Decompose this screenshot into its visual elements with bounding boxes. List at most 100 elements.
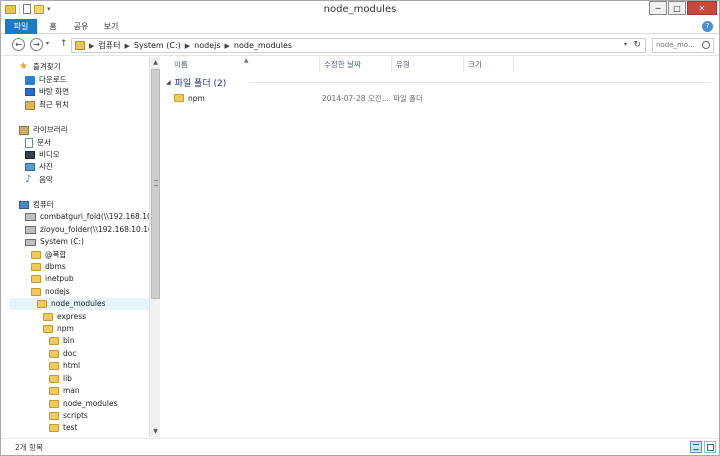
nav-folder-express[interactable]: express xyxy=(43,311,86,323)
chevron-right-icon[interactable]: ▶ xyxy=(225,42,230,50)
scroll-grip xyxy=(154,180,158,186)
nav-network-drive-combatguri[interactable]: combatguri_fold(\\192.168.10.10 xyxy=(25,211,149,223)
chevron-right-icon[interactable]: ▶ xyxy=(185,42,190,50)
nav-label: 최근 위치 xyxy=(39,100,69,109)
close-button[interactable]: ✕ xyxy=(687,1,717,15)
title-bar: ▾ node_modules ─ □ ✕ xyxy=(1,1,719,19)
nav-downloads[interactable]: 다운로드 xyxy=(25,74,67,86)
nav-folder-html[interactable]: html xyxy=(49,360,80,372)
search-placeholder: node_mo... xyxy=(656,41,695,49)
nav-folder-doc[interactable]: doc xyxy=(49,348,76,360)
nav-label: combatguri_fold(\\192.168.10.10 xyxy=(40,212,149,221)
nav-recent-places[interactable]: 최근 위치 xyxy=(25,99,69,111)
nav-pictures[interactable]: 사진 xyxy=(25,161,53,173)
breadcrumb-nodejs[interactable]: nodejs xyxy=(194,41,220,50)
scroll-thumb[interactable] xyxy=(151,69,160,299)
nav-desktop[interactable]: 바탕 화면 xyxy=(25,86,69,98)
group-header-file-folders[interactable]: ◢ 파일 폴더 (2) xyxy=(166,76,227,89)
help-icon[interactable]: ? xyxy=(702,21,713,32)
music-icon: ♪ xyxy=(25,174,32,185)
nav-label: 음악 xyxy=(39,175,53,184)
nav-label: node_modules xyxy=(51,299,106,308)
column-header-date-modified[interactable]: 수정한 날짜 xyxy=(320,57,392,72)
breadcrumb-computer[interactable]: 컴퓨터 xyxy=(98,40,120,51)
tab-share[interactable]: 공유 xyxy=(69,19,93,34)
column-header-size[interactable]: 크기 xyxy=(464,57,514,72)
hard-drive-icon xyxy=(25,238,36,246)
ribbon-tabs: 파일 홈 공유 보기 ? xyxy=(1,19,719,34)
tab-file[interactable]: 파일 xyxy=(5,19,37,34)
recent-locations-dropdown[interactable]: ▾ xyxy=(46,40,49,47)
nav-folder-nodejs[interactable]: nodejs xyxy=(31,286,70,298)
nav-folder-dbms[interactable]: dbms xyxy=(31,261,66,273)
details-view-button[interactable] xyxy=(690,441,702,453)
chevron-right-icon[interactable]: ▶ xyxy=(89,42,94,50)
nav-folder-inetpub[interactable]: inetpub xyxy=(31,273,74,285)
nav-system-c[interactable]: System (C:) xyxy=(25,236,84,248)
nav-label: 바탕 화면 xyxy=(39,87,69,96)
back-button[interactable]: ← xyxy=(12,38,25,51)
navigation-pane-scrollbar[interactable]: ▲ ▼ xyxy=(149,57,160,437)
folder-icon xyxy=(31,263,41,271)
nav-network-drive-zioyou[interactable]: zioyou_folder(\\192.168.10.102) xyxy=(25,224,149,236)
address-bar[interactable]: ▶ 컴퓨터 ▶ System (C:) ▶ nodejs ▶ node_modu… xyxy=(71,38,646,53)
group-label: 파일 폴더 (2) xyxy=(174,78,227,89)
desktop-icon xyxy=(25,88,35,96)
folder-icon xyxy=(49,337,59,345)
nav-folder-node-modules[interactable]: node_modules xyxy=(9,298,149,310)
nav-folder-man[interactable]: man xyxy=(49,385,80,397)
nav-folder-scripts[interactable]: scripts xyxy=(49,410,88,422)
nav-label: scripts xyxy=(63,411,88,420)
nav-label: dbms xyxy=(45,262,66,271)
scroll-up-arrow[interactable]: ▲ xyxy=(150,57,161,68)
table-row[interactable]: npm 2014-07-28 오전... 파일 폴더 xyxy=(170,92,460,104)
nav-label: System (C:) xyxy=(40,237,84,246)
documents-icon xyxy=(25,138,33,148)
nav-computer[interactable]: 컴퓨터 xyxy=(19,199,54,211)
large-icons-view-button[interactable] xyxy=(704,441,716,453)
nav-videos[interactable]: 비디오 xyxy=(25,149,60,161)
nav-label: man xyxy=(63,386,80,395)
nav-folder-lib[interactable]: lib xyxy=(49,373,72,385)
nav-label: bin xyxy=(63,336,75,345)
nav-folder-npm-node-modules[interactable]: node_modules xyxy=(49,398,117,410)
folder-icon xyxy=(49,400,59,408)
computer-icon xyxy=(19,201,29,209)
breadcrumb-system-c[interactable]: System (C:) xyxy=(134,41,181,50)
tab-view[interactable]: 보기 xyxy=(99,19,123,34)
minimize-button[interactable]: ─ xyxy=(649,1,667,15)
chevron-right-icon[interactable]: ▶ xyxy=(124,42,129,50)
nav-documents[interactable]: 문서 xyxy=(25,137,51,149)
file-type: 파일 폴더 xyxy=(392,93,423,103)
breadcrumb-node-modules[interactable]: node_modules xyxy=(234,41,292,50)
nav-folder-npm[interactable]: npm xyxy=(43,323,74,335)
search-icon[interactable] xyxy=(702,41,710,49)
tab-home[interactable]: 홈 xyxy=(43,19,63,34)
large-icons-view-icon xyxy=(707,444,714,451)
collapse-triangle-icon[interactable]: ◢ xyxy=(166,79,171,86)
maximize-button[interactable]: □ xyxy=(668,1,686,15)
nav-label: test xyxy=(63,423,78,432)
nav-libraries[interactable]: 라이브러리 xyxy=(19,124,68,136)
details-view-icon xyxy=(693,444,699,450)
nav-label: 문서 xyxy=(37,138,51,147)
nav-folder-test[interactable]: test xyxy=(49,422,77,434)
forward-button[interactable]: → xyxy=(30,38,43,51)
column-header-name[interactable]: 이름 xyxy=(170,57,320,72)
nav-folder-bokhap[interactable]: @복합 xyxy=(31,249,66,261)
recent-places-icon xyxy=(25,100,35,110)
nav-folder-bin[interactable]: bin xyxy=(49,335,75,347)
nav-favorites[interactable]: ★ 즐겨찾기 xyxy=(19,61,61,73)
folder-icon xyxy=(37,300,47,308)
scroll-down-arrow[interactable]: ▼ xyxy=(150,426,161,437)
nav-music[interactable]: ♪ 음악 xyxy=(25,174,53,186)
libraries-icon xyxy=(19,125,29,135)
refresh-icon[interactable]: ↻ xyxy=(633,40,641,50)
up-button[interactable]: ↑ xyxy=(60,39,68,49)
address-history-dropdown[interactable]: ▾ xyxy=(624,41,627,48)
column-header-type[interactable]: 유형 xyxy=(392,57,464,72)
search-input[interactable]: node_mo... xyxy=(652,38,714,53)
nav-label: doc xyxy=(63,349,77,358)
nav-label: 컴퓨터 xyxy=(33,200,54,209)
folder-icon xyxy=(43,313,53,321)
